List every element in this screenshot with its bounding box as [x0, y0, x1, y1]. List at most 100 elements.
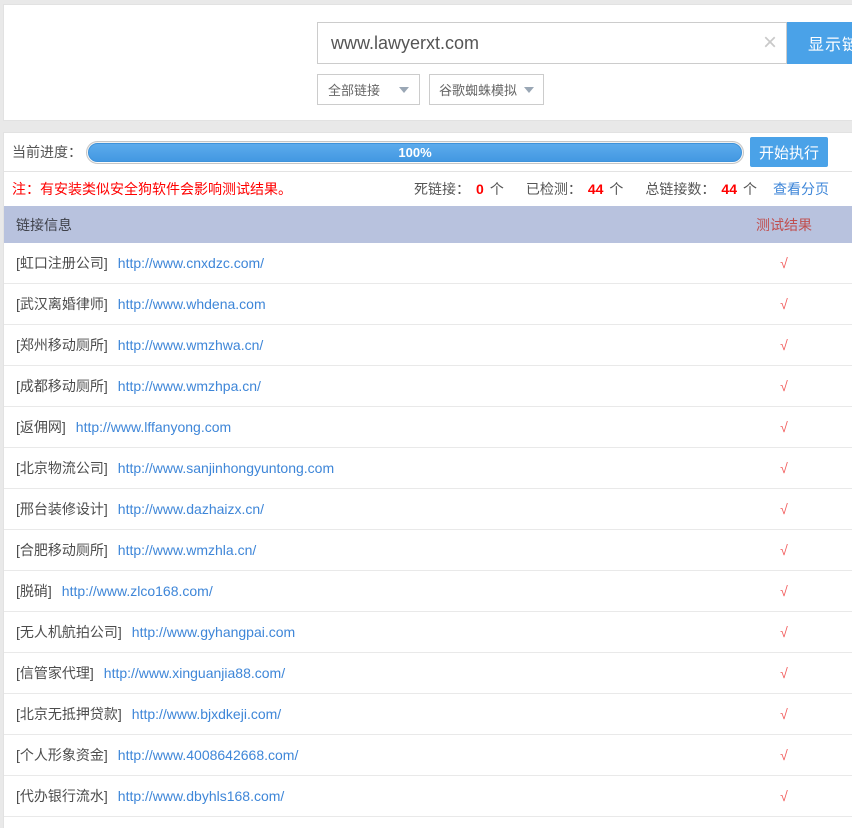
table-row: [北京无抵押贷款] http://www.bjxdkeji.com/ √: [4, 694, 852, 735]
row-url-link[interactable]: http://www.4008642668.com/: [118, 747, 299, 763]
row-anchor-label: [脱硝]: [16, 581, 52, 601]
column-test-result: 测试结果: [729, 215, 839, 235]
progress-bar: 100%: [86, 141, 744, 164]
table-row: [个人形象资金] http://www.4008642668.com/ √: [4, 735, 852, 776]
clear-input-icon[interactable]: ×: [763, 30, 777, 56]
row-link-info: [北京无抵押贷款] http://www.bjxdkeji.com/: [4, 704, 729, 724]
row-url-link[interactable]: http://www.wmzhla.cn/: [118, 542, 257, 558]
row-anchor-label: [无人机航拍公司]: [16, 622, 122, 642]
chevron-down-icon: [399, 87, 409, 93]
link-filter-dropdown[interactable]: 全部链接: [317, 74, 420, 105]
table-header: 链接信息 测试结果: [4, 206, 852, 243]
row-url-link[interactable]: http://www.cnxdzc.com/: [118, 255, 264, 271]
table-row: [虹口注册公司] http://www.cnxdzc.com/ √: [4, 243, 852, 284]
table-row: [成都移动厕所] http://www.wmzhpa.cn/ √: [4, 366, 852, 407]
dead-links-unit: 个: [490, 179, 504, 199]
checked-label: 已检测：: [526, 179, 582, 199]
row-result-check: √: [729, 501, 839, 517]
search-panel: × 显示链接 全部链接 谷歌蜘蛛模拟: [3, 4, 852, 121]
url-input-wrap: ×: [317, 22, 787, 64]
row-anchor-label: [虹口注册公司]: [16, 253, 108, 273]
link-table-body: [虹口注册公司] http://www.cnxdzc.com/ √ [武汉离婚律…: [4, 243, 852, 817]
row-link-info: [北京物流公司] http://www.sanjinhongyuntong.co…: [4, 458, 729, 478]
link-checker-page: × 显示链接 全部链接 谷歌蜘蛛模拟 当前进度： 100% 开始执行 注：有安装…: [0, 0, 852, 828]
table-row: [代办银行流水] http://www.dbyhls168.com/ √: [4, 776, 852, 817]
row-link-info: [成都移动厕所] http://www.wmzhpa.cn/: [4, 376, 729, 396]
results-panel: 当前进度： 100% 开始执行 注：有安装类似安全狗软件会影响测试结果。 死链接…: [3, 132, 852, 828]
row-anchor-label: [武汉离婚律师]: [16, 294, 108, 314]
start-button[interactable]: 开始执行: [750, 137, 828, 167]
row-result-check: √: [729, 747, 839, 763]
row-anchor-label: [代办银行流水]: [16, 786, 108, 806]
status-row: 注：有安装类似安全狗软件会影响测试结果。 死链接： 0 个 已检测： 44 个 …: [4, 172, 852, 206]
row-anchor-label: [返佣网]: [16, 417, 66, 437]
row-result-check: √: [729, 296, 839, 312]
row-link-info: [无人机航拍公司] http://www.gyhangpai.com: [4, 622, 729, 642]
row-anchor-label: [成都移动厕所]: [16, 376, 108, 396]
total-links-label: 总链接数：: [645, 179, 715, 199]
checked-unit: 个: [609, 179, 623, 199]
chevron-down-icon: [524, 87, 534, 93]
total-links-unit: 个: [743, 179, 757, 199]
dead-links-label: 死链接：: [414, 179, 470, 199]
row-url-link[interactable]: http://www.xinguanjia88.com/: [104, 665, 285, 681]
row-result-check: √: [729, 255, 839, 271]
row-anchor-label: [邢台装修设计]: [16, 499, 108, 519]
row-anchor-label: [信管家代理]: [16, 663, 94, 683]
dead-links-value: 0: [474, 181, 486, 197]
row-url-link[interactable]: http://www.wmzhwa.cn/: [118, 337, 264, 353]
row-link-info: [脱硝] http://www.zlco168.com/: [4, 581, 729, 601]
table-row: [返佣网] http://www.lffanyong.com √: [4, 407, 852, 448]
row-result-check: √: [729, 542, 839, 558]
spider-mode-dropdown[interactable]: 谷歌蜘蛛模拟: [429, 74, 544, 105]
row-url-link[interactable]: http://www.gyhangpai.com: [132, 624, 295, 640]
filter-row: 全部链接 谷歌蜘蛛模拟: [317, 74, 544, 105]
row-link-info: [代办银行流水] http://www.dbyhls168.com/: [4, 786, 729, 806]
spider-mode-value: 谷歌蜘蛛模拟: [439, 80, 517, 99]
url-input-row: × 显示链接: [317, 22, 852, 64]
column-link-info: 链接信息: [4, 215, 729, 235]
row-anchor-label: [合肥移动厕所]: [16, 540, 108, 560]
row-url-link[interactable]: http://www.bjxdkeji.com/: [132, 706, 281, 722]
table-row: [郑州移动厕所] http://www.wmzhwa.cn/ √: [4, 325, 852, 366]
row-url-link[interactable]: http://www.lffanyong.com: [76, 419, 231, 435]
row-url-link[interactable]: http://www.dazhaizx.cn/: [118, 501, 264, 517]
row-link-info: [虹口注册公司] http://www.cnxdzc.com/: [4, 253, 729, 273]
table-row: [无人机航拍公司] http://www.gyhangpai.com √: [4, 612, 852, 653]
row-result-check: √: [729, 583, 839, 599]
row-result-check: √: [729, 788, 839, 804]
table-row: [信管家代理] http://www.xinguanjia88.com/ √: [4, 653, 852, 694]
warning-note: 注：有安装类似安全狗软件会影响测试结果。: [12, 179, 292, 199]
row-result-check: √: [729, 624, 839, 640]
progress-bar-fill: 100%: [88, 143, 742, 162]
table-row: [邢台装修设计] http://www.dazhaizx.cn/ √: [4, 489, 852, 530]
row-anchor-label: [北京物流公司]: [16, 458, 108, 478]
row-link-info: [信管家代理] http://www.xinguanjia88.com/: [4, 663, 729, 683]
row-result-check: √: [729, 419, 839, 435]
table-row: [北京物流公司] http://www.sanjinhongyuntong.co…: [4, 448, 852, 489]
show-links-button[interactable]: 显示链接: [787, 22, 852, 64]
table-row: [脱硝] http://www.zlco168.com/ √: [4, 571, 852, 612]
row-link-info: [个人形象资金] http://www.4008642668.com/: [4, 745, 729, 765]
row-result-check: √: [729, 460, 839, 476]
view-pagination-link[interactable]: 查看分页: [773, 179, 829, 199]
progress-label: 当前进度：: [12, 142, 82, 162]
table-row: [武汉离婚律师] http://www.whdena.com √: [4, 284, 852, 325]
row-url-link[interactable]: http://www.dbyhls168.com/: [118, 788, 285, 804]
link-filter-value: 全部链接: [328, 80, 380, 99]
row-link-info: [邢台装修设计] http://www.dazhaizx.cn/: [4, 499, 729, 519]
row-result-check: √: [729, 706, 839, 722]
row-anchor-label: [个人形象资金]: [16, 745, 108, 765]
url-input[interactable]: [317, 22, 787, 64]
row-anchor-label: [郑州移动厕所]: [16, 335, 108, 355]
row-link-info: [合肥移动厕所] http://www.wmzhla.cn/: [4, 540, 729, 560]
row-url-link[interactable]: http://www.wmzhpa.cn/: [118, 378, 261, 394]
stats-summary: 死链接： 0 个 已检测： 44 个 总链接数： 44 个 查看分页: [414, 179, 829, 199]
row-url-link[interactable]: http://www.zlco168.com/: [62, 583, 213, 599]
table-row: [合肥移动厕所] http://www.wmzhla.cn/ √: [4, 530, 852, 571]
checked-value: 44: [586, 181, 606, 197]
row-link-info: [郑州移动厕所] http://www.wmzhwa.cn/: [4, 335, 729, 355]
row-url-link[interactable]: http://www.sanjinhongyuntong.com: [118, 460, 334, 476]
row-anchor-label: [北京无抵押贷款]: [16, 704, 122, 724]
row-url-link[interactable]: http://www.whdena.com: [118, 296, 266, 312]
